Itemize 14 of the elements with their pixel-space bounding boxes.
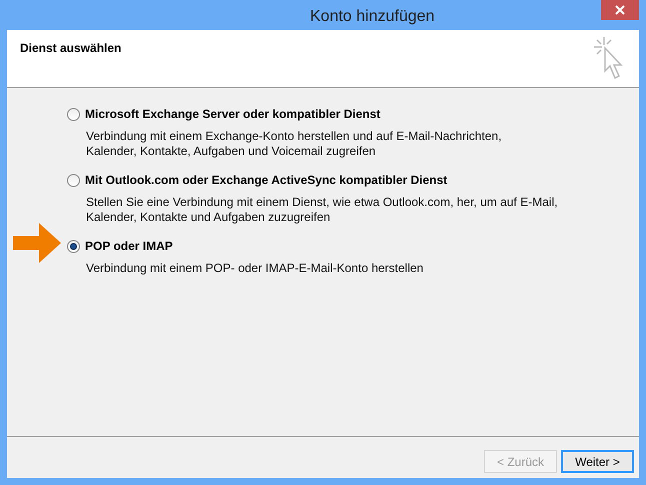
- radio-option[interactable]: POP oder IMAP: [67, 237, 639, 255]
- radio-option[interactable]: Microsoft Exchange Server oder kompatibler Dienst: [67, 105, 639, 123]
- option-description: Verbindung mit einem Exchange-Konto herstellen und auf E-Mail-Nachrichten, Kalender, Kontakte, Aufgaben und Voicemail zugreifen: [86, 129, 503, 159]
- dialog-button[interactable]: Weiter >: [561, 450, 634, 473]
- radio-button[interactable]: [67, 174, 80, 186]
- option-description: Verbindung mit einem POP- oder IMAP-E-Mail-Konto herstellen: [86, 261, 424, 276]
- radio-button[interactable]: [67, 108, 80, 120]
- radio-option[interactable]: Mit Outlook.com oder Exchange ActiveSync kompatibler Dienst: [67, 171, 639, 189]
- window-title: Konto hinzufügen: [310, 7, 435, 27]
- close-icon: [615, 5, 625, 15]
- radio-button[interactable]: [67, 240, 80, 252]
- close-button[interactable]: [601, 0, 639, 20]
- option-description: Stellen Sie eine Verbindung mit einem Dienst, wie etwa Outlook.com, her, um auf E-Mail, Kalender, Kontakte und Aufgaben zuzugreifen: [86, 195, 559, 225]
- header-title: Dienst auswählen: [20, 40, 122, 57]
